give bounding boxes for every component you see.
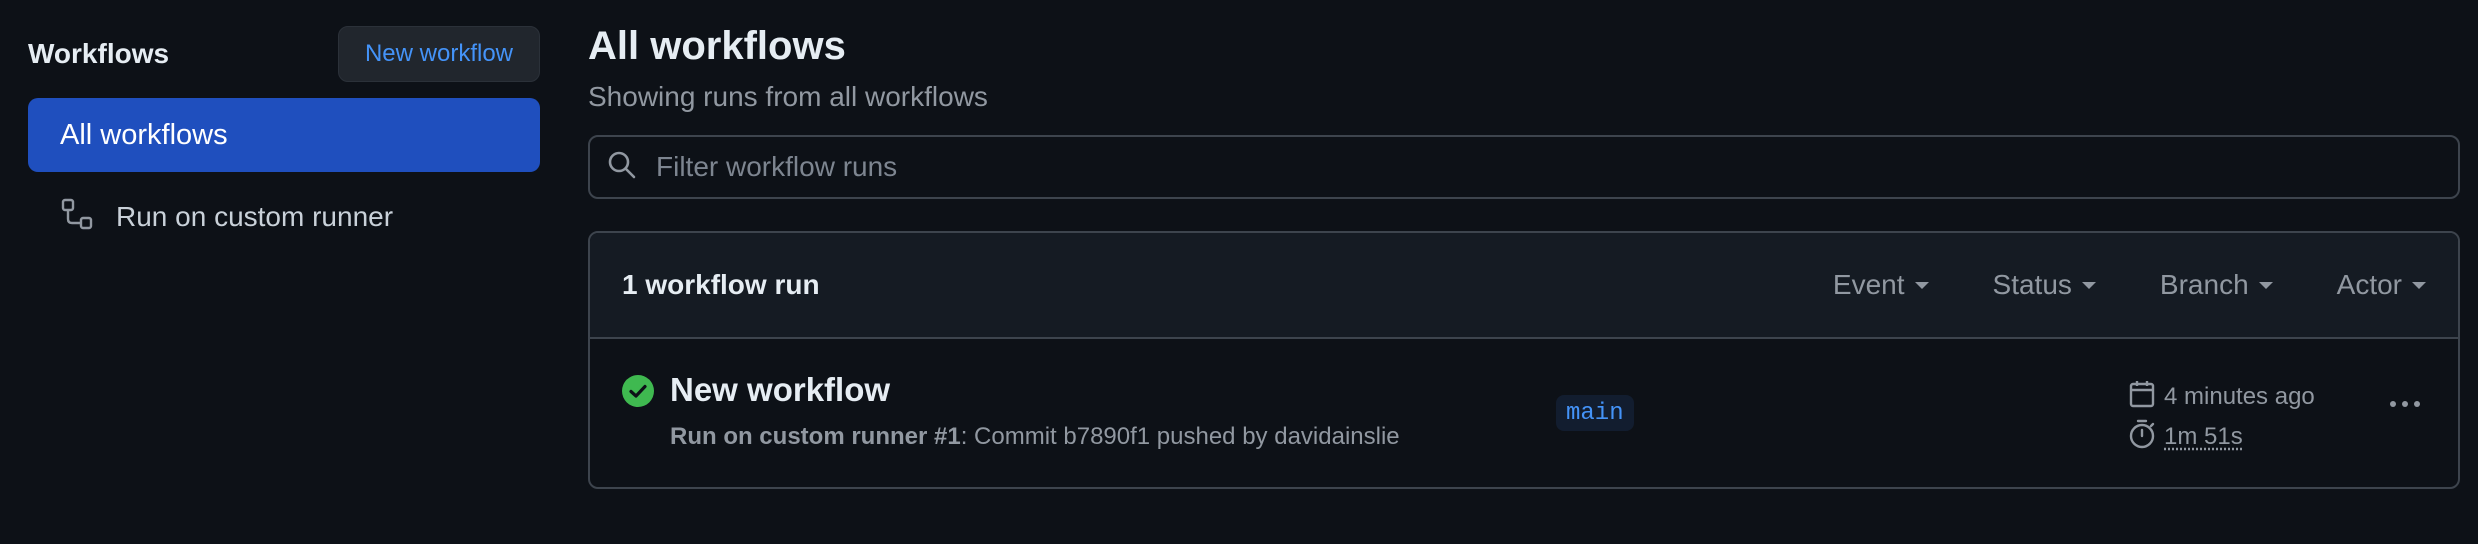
success-check-icon: [622, 375, 654, 412]
calendar-icon: [2128, 379, 2164, 416]
run-time-ago: 4 minutes ago: [2164, 383, 2315, 410]
run-timing: 4 minutes ago 1m 51s: [2128, 377, 2315, 457]
workflow-run-row[interactable]: New workflow Run on custom runner #1: Co…: [590, 339, 2458, 487]
actor-filter[interactable]: Actor: [2337, 269, 2426, 301]
run-meta: Run on custom runner #1: Commit b7890f1 …: [670, 423, 1400, 451]
caret-down-icon: [1914, 281, 1929, 289]
sidebar: Workflows New workflow All workflows Run…: [28, 26, 540, 254]
workflow-icon: [60, 197, 116, 238]
sidebar-item-run-on-custom-runner[interactable]: Run on custom runner: [28, 180, 540, 254]
more-options-icon[interactable]: [2390, 401, 2420, 407]
sidebar-item-label: Run on custom runner: [116, 201, 394, 232]
filter-label: Event: [1832, 269, 1905, 300]
search-input[interactable]: [656, 151, 2458, 183]
caret-down-icon: [2258, 281, 2273, 289]
run-duration: 1m 51s: [2164, 423, 2243, 450]
filter-bar: Event Status Branch Actor: [1833, 269, 2426, 301]
branch-filter[interactable]: Branch: [2160, 269, 2273, 301]
main-content: All workflows Showing runs from all work…: [588, 24, 2460, 489]
page-title: All workflows: [588, 24, 846, 68]
event-filter[interactable]: Event: [1833, 269, 1929, 301]
run-title-link[interactable]: New workflow: [670, 371, 890, 409]
caret-down-icon: [2412, 281, 2426, 289]
sidebar-item-label: All workflows: [60, 118, 228, 151]
stopwatch-icon: [2128, 419, 2164, 456]
run-description: : Commit b7890f1 pushed by davidainslie: [960, 423, 1400, 450]
runs-count: 1 workflow run: [622, 269, 820, 300]
filter-label: Actor: [2336, 269, 2402, 300]
sidebar-item-all-workflows[interactable]: All workflows: [28, 98, 540, 172]
filter-label: Branch: [2159, 269, 2249, 300]
sidebar-header: Workflows New workflow: [28, 26, 540, 82]
run-workflow-name: Run on custom runner #1: [670, 423, 961, 450]
status-filter[interactable]: Status: [1993, 269, 2096, 301]
runs-header: 1 workflow run Event Status Branch Actor: [590, 233, 2458, 339]
workflow-runs-list: 1 workflow run Event Status Branch Actor: [588, 231, 2460, 489]
search-box[interactable]: [588, 135, 2460, 199]
filter-label: Status: [1992, 269, 2072, 300]
caret-down-icon: [2081, 281, 2096, 289]
sidebar-title: Workflows: [28, 38, 170, 69]
page-subtitle: Showing runs from all workflows: [588, 81, 988, 112]
new-workflow-button[interactable]: New workflow: [337, 26, 540, 82]
branch-badge[interactable]: main: [1556, 395, 1634, 431]
search-icon: [606, 149, 656, 186]
